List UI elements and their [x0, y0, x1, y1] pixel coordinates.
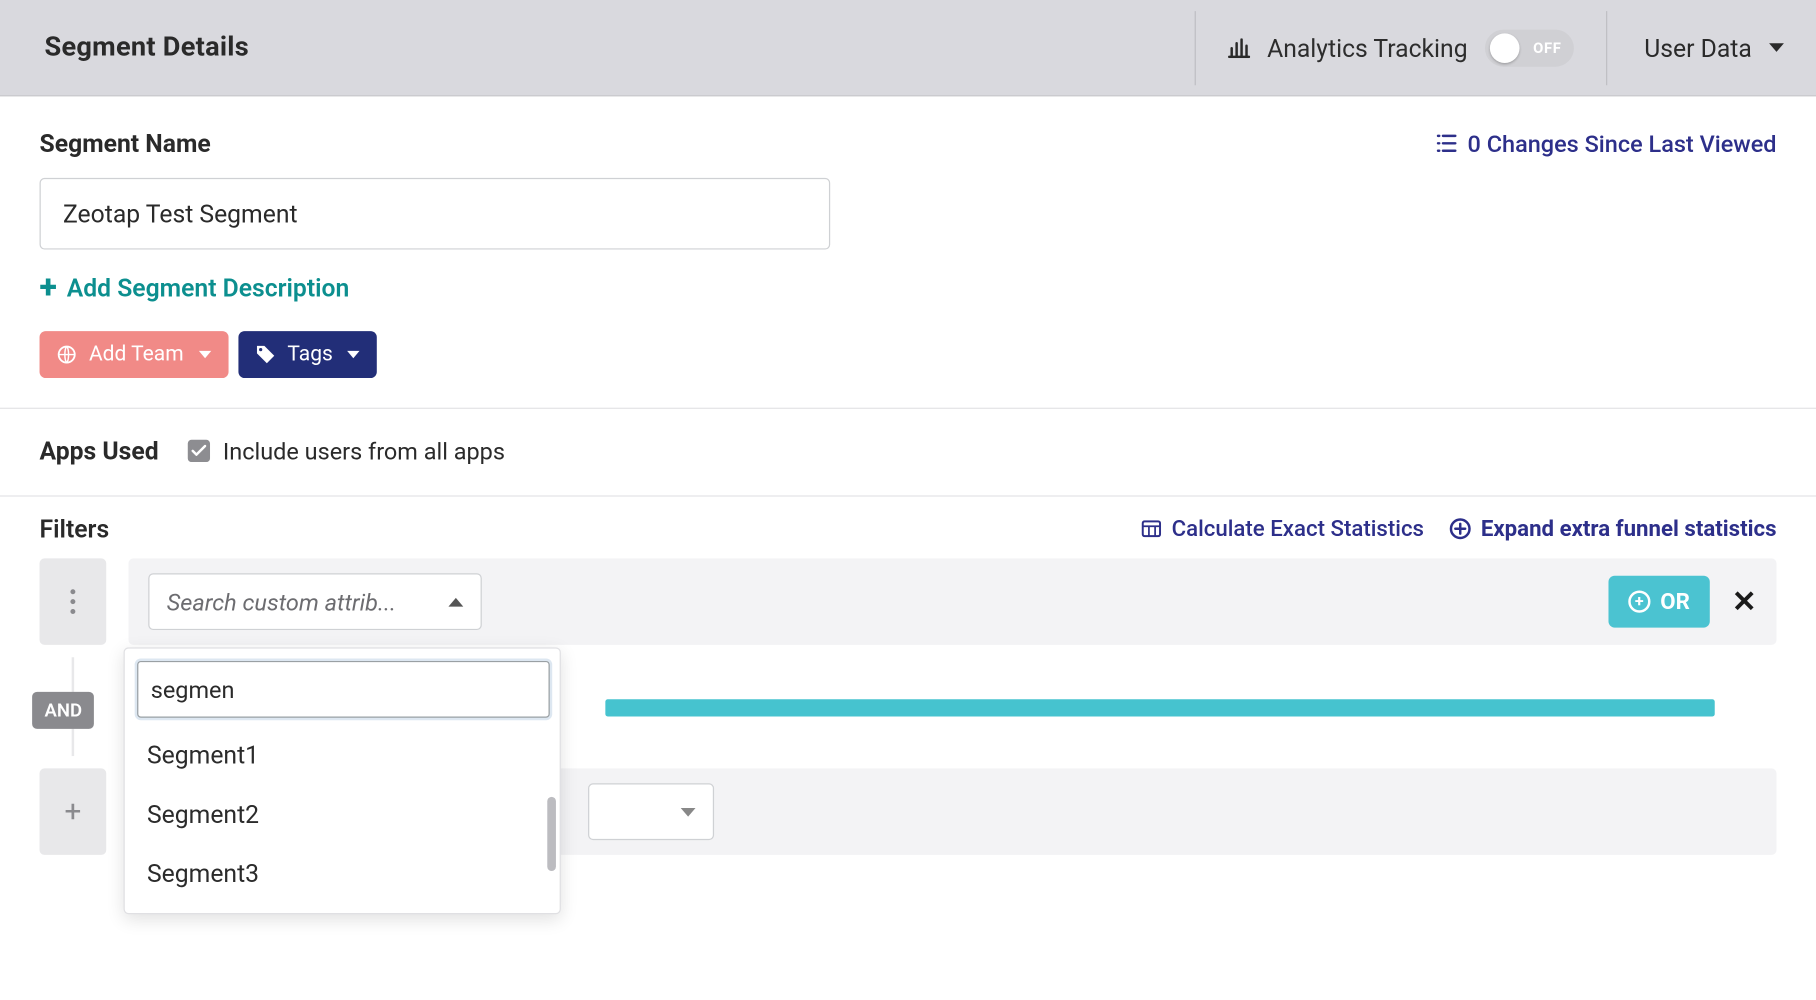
changes-since-viewed[interactable]: 0 Changes Since Last Viewed — [1435, 129, 1776, 157]
and-connector: AND — [32, 692, 94, 729]
attribute-placeholder: Search custom attrib... — [167, 587, 396, 615]
globe-icon — [57, 345, 77, 365]
caret-down-icon — [198, 351, 210, 358]
or-label: OR — [1660, 589, 1690, 615]
plus-circle-icon: + — [1628, 591, 1650, 613]
changes-label: 0 Changes Since Last Viewed — [1468, 129, 1777, 157]
expand-funnel-statistics[interactable]: Expand extra funnel statistics — [1449, 516, 1777, 542]
remove-filter-button[interactable]: ✕ — [1732, 584, 1757, 619]
analytics-icon — [1228, 38, 1250, 58]
add-team-button[interactable]: Add Team — [40, 331, 229, 378]
include-all-apps-label: Include users from all apps — [223, 437, 505, 465]
toggle-knob — [1490, 33, 1520, 63]
tag-icon — [255, 345, 275, 365]
expand-stats-label: Expand extra funnel statistics — [1481, 516, 1777, 542]
caret-down-icon — [681, 807, 696, 816]
attribute-search-input[interactable] — [137, 661, 550, 718]
add-description-label: Add Segment Description — [67, 273, 350, 303]
list-icon — [1435, 133, 1457, 153]
calculator-icon — [1142, 520, 1162, 537]
tags-label: Tags — [287, 342, 332, 367]
toggle-state: OFF — [1533, 39, 1561, 56]
plus-circle-icon — [1449, 518, 1471, 540]
add-filter-button[interactable]: + — [40, 768, 107, 854]
apps-used-label: Apps Used — [40, 436, 159, 466]
tags-button[interactable]: Tags — [238, 331, 377, 378]
attribute-dropdown: Segment1 Segment2 Segment3 — [124, 647, 561, 914]
chevron-down-icon — [1769, 43, 1784, 52]
segment-name-input[interactable] — [40, 178, 831, 250]
segment-name-label: Segment Name — [40, 128, 211, 158]
calc-stats-label: Calculate Exact Statistics — [1172, 516, 1424, 542]
progress-bar — [605, 699, 1714, 716]
dropdown-option[interactable]: Segment2 — [137, 784, 547, 843]
analytics-tracking-label: Analytics Tracking — [1267, 33, 1467, 63]
dropdown-option[interactable]: Segment3 — [137, 844, 547, 903]
include-all-apps-checkbox[interactable] — [188, 440, 210, 462]
attribute-select[interactable]: Search custom attrib... — [148, 573, 482, 630]
scrollbar-thumb[interactable] — [547, 797, 556, 871]
analytics-toggle[interactable]: OFF — [1485, 29, 1574, 66]
calculate-exact-statistics[interactable]: Calculate Exact Statistics — [1142, 516, 1424, 542]
dropdown-option[interactable]: Segment1 — [137, 725, 547, 784]
value-select[interactable] — [588, 783, 714, 840]
plus-icon: + — [40, 272, 57, 304]
user-data-label: User Data — [1644, 33, 1752, 63]
caret-up-icon — [448, 597, 463, 606]
add-team-label: Add Team — [89, 342, 184, 367]
user-data-dropdown[interactable]: User Data — [1607, 33, 1816, 63]
filter-drag-handle[interactable] — [40, 558, 107, 644]
page-title: Segment Details — [44, 32, 1194, 63]
or-button[interactable]: + OR — [1608, 576, 1709, 628]
filters-label: Filters — [40, 514, 110, 544]
caret-down-icon — [348, 351, 360, 358]
add-description-button[interactable]: + Add Segment Description — [40, 272, 1777, 304]
